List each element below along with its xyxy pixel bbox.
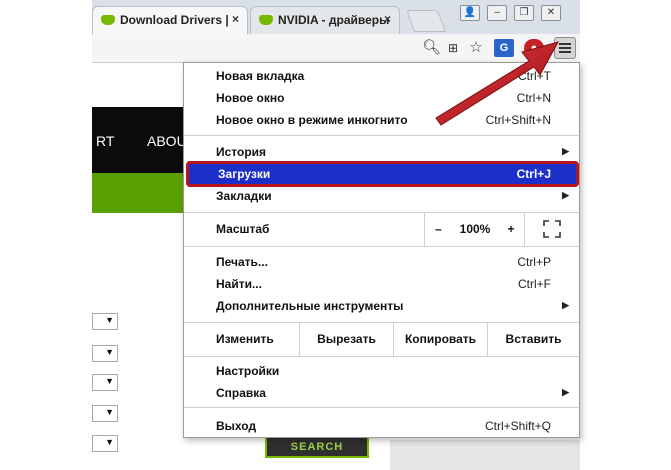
annotation-arrow-icon <box>435 41 560 126</box>
